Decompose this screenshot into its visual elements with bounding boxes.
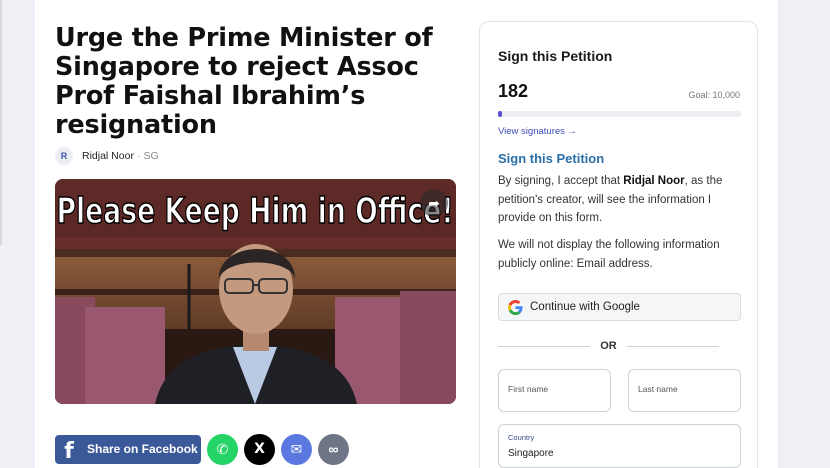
country-value: Singapore [508,448,554,459]
view-signatures-link[interactable]: View signatures → [498,126,577,137]
share-facebook-button[interactable]: f Share on Facebook [55,434,201,464]
sign-heading: Sign this Petition [498,151,605,166]
email-icon: ✉ [290,440,303,457]
author-name[interactable]: Ridjal Noor [82,150,134,162]
video-share-icon[interactable]: ➦ [420,189,448,217]
consent-creator-name: Ridjal Noor [623,175,685,187]
author-separator: · [136,150,141,162]
google-button-label: Continue with Google [530,301,640,313]
google-icon [508,299,523,315]
signature-progress-fill [498,111,503,117]
x-icon: X [254,441,265,457]
share-x-button[interactable]: X [244,433,275,465]
last-name-placeholder: Last name [638,384,678,394]
author-row: R Ridjal Noor · SG [55,146,159,166]
signature-goal: Goal: 10,000 [688,90,740,100]
author-location: SG [143,150,159,162]
first-name-placeholder: First name [508,384,549,394]
share-whatsapp-button[interactable]: ✆ [207,433,238,465]
video-thumbnail[interactable]: Please Keep Him in Office! ➦ [55,179,456,404]
share-buttons: f Share on Facebook ✆ X ✉ ∞ [55,433,349,465]
or-line-right [626,345,719,347]
privacy-text: We will not display the following inform… [498,239,720,270]
first-name-field[interactable]: First name [498,369,611,412]
petition-title: Urge the Prime Minister of Singapore to … [55,23,433,140]
left-edge-divider [0,0,2,245]
facebook-icon: f [64,438,74,464]
link-icon: ∞ [328,441,339,457]
panel-title: Sign this Petition [498,48,613,64]
continue-with-google-button[interactable]: Continue with Google [498,293,741,321]
author-avatar[interactable]: R [55,147,73,165]
or-label: OR [600,340,617,352]
video-caption: Please Keep Him in Office! [57,191,454,232]
or-line-left [498,345,591,347]
signature-count: 182 [498,81,529,101]
consent-text: By signing, I accept that Ridjal Noor, a… [498,172,743,228]
copy-link-button[interactable]: ∞ [318,433,349,465]
country-label: Country [508,433,535,442]
share-facebook-label: Share on Facebook [87,442,198,456]
or-divider: OR [498,340,719,352]
sign-petition-panel: Sign this Petition 182 Goal: 10,000 View… [479,21,758,468]
video-frame-illustration: Please Keep Him in Office! [55,179,456,404]
signature-progress-bar [498,111,741,117]
whatsapp-icon: ✆ [216,440,229,457]
last-name-field[interactable]: Last name [628,369,741,412]
consent-prefix: By signing, I accept that [498,175,624,187]
country-select[interactable]: Country Singapore [498,424,741,468]
share-email-button[interactable]: ✉ [281,433,312,465]
